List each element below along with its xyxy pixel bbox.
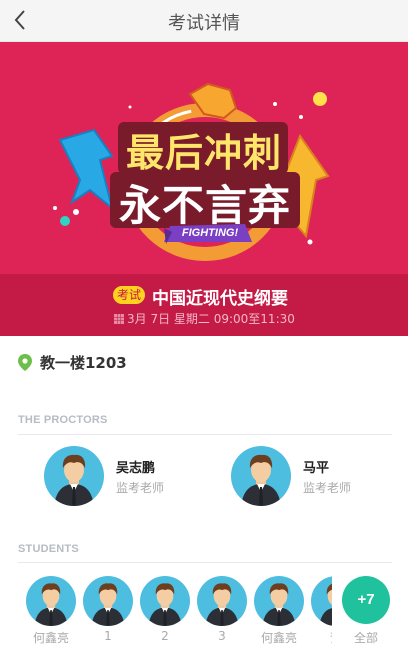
student-name: 1	[104, 629, 112, 643]
page-title: 考试详情	[168, 13, 240, 34]
banner-headline-1: 最后冲刺	[125, 131, 282, 175]
proctor-name: 吴志鹏	[116, 460, 156, 476]
student-name: 3	[218, 629, 226, 643]
nav-bar: 考试详情	[0, 0, 408, 42]
student-item[interactable]: 何鑫亮	[26, 576, 76, 646]
proctor-role: 监考老师	[303, 480, 352, 495]
student-item[interactable]: 贺	[311, 576, 332, 646]
user-avatar-icon	[241, 454, 281, 506]
avatar	[83, 576, 133, 626]
user-avatar-icon	[91, 583, 125, 626]
proctor-name: 马平	[303, 460, 330, 476]
student-name: 2	[161, 629, 169, 643]
student-name: 贺	[311, 629, 332, 646]
exam-type-badge: 考试	[113, 286, 146, 304]
location-name: 教一楼1203	[40, 354, 127, 372]
avatar	[140, 576, 190, 626]
view-all-students-button[interactable]: +7 全部	[341, 576, 391, 646]
proctor-card[interactable]: 吴志鹏 监考老师	[44, 446, 164, 506]
student-item[interactable]: 2	[140, 576, 190, 643]
avatar	[26, 576, 76, 626]
proctor-card[interactable]: 马平 监考老师	[231, 446, 351, 506]
user-avatar-icon	[148, 583, 182, 626]
more-count-badge: +7	[342, 576, 390, 624]
exam-name: 中国近现代史纲要	[152, 289, 288, 309]
students-section-label: STUDENTS	[18, 543, 79, 555]
banner-headline-2: 永不言弃	[118, 181, 291, 230]
location-pin-icon	[18, 353, 32, 371]
exam-time: 3月 7日 星期二 09:00至11:30	[127, 312, 295, 326]
avatar	[44, 446, 104, 506]
exam-time-row: 3月 7日 星期二 09:00至11:30	[114, 310, 295, 327]
student-item[interactable]: 1	[83, 576, 133, 643]
user-avatar-icon	[205, 583, 239, 626]
avatar	[197, 576, 247, 626]
calendar-icon	[114, 313, 124, 324]
student-name: 何鑫亮	[260, 631, 297, 645]
exam-banner: 最后冲刺 永不言弃 FIGHTING!	[0, 42, 408, 274]
view-all-label: 全部	[353, 631, 378, 645]
avatar	[311, 576, 332, 626]
students-list[interactable]: 何鑫亮 1 2 3 何鑫亮	[26, 576, 332, 646]
avatar	[231, 446, 291, 506]
student-name: 何鑫亮	[32, 631, 69, 645]
student-item[interactable]: 3	[197, 576, 247, 643]
user-avatar-icon	[54, 454, 94, 506]
exam-info-bar: 考试 中国近现代史纲要 3月 7日 星期二 09:00至11:30	[0, 274, 408, 336]
student-item[interactable]: 何鑫亮	[254, 576, 304, 646]
user-avatar-icon	[262, 583, 296, 626]
avatar	[254, 576, 304, 626]
section-divider	[18, 434, 392, 435]
user-avatar-icon	[319, 583, 332, 626]
user-avatar-icon	[34, 583, 68, 626]
section-divider	[18, 562, 392, 563]
proctor-role: 监考老师	[116, 480, 165, 495]
banner-ribbon-text: FIGHTING!	[181, 227, 239, 239]
proctors-section-label: THE PROCTORS	[18, 414, 108, 426]
exam-location: 教一楼1203	[18, 352, 127, 373]
